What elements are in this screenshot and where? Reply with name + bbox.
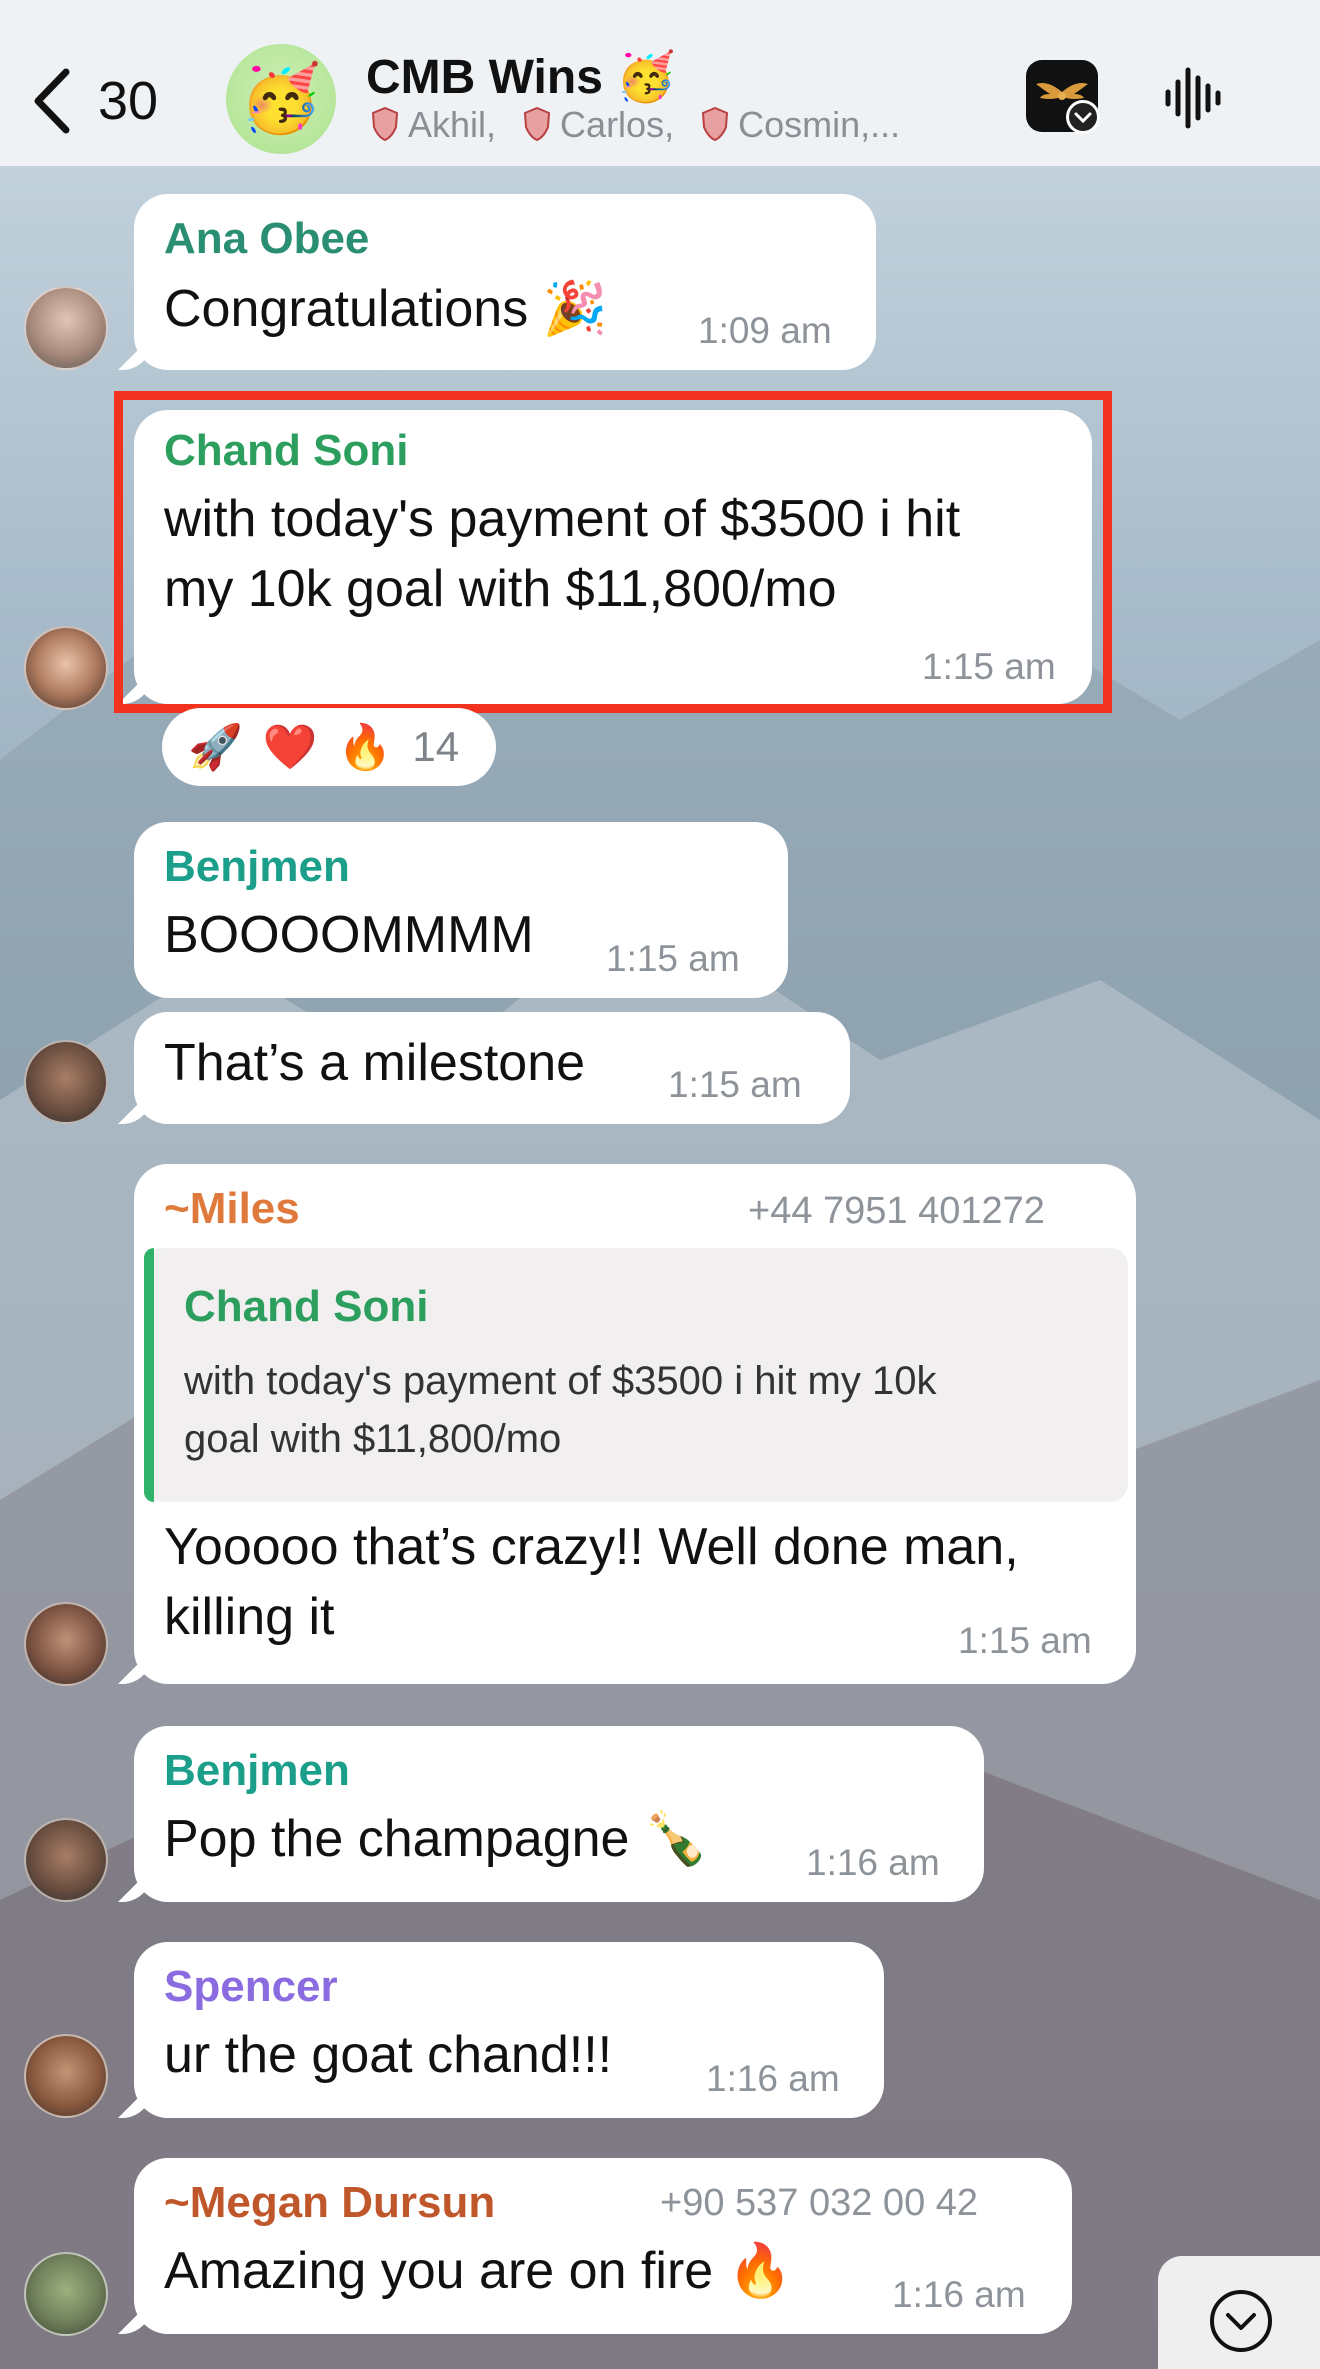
message-text: BOOOOMMMM <box>164 906 534 964</box>
reactions-bar[interactable]: 🚀 ❤️ 🔥 14 <box>162 708 496 786</box>
quote-sender: Chand Soni <box>184 1282 429 1331</box>
message-time: 1:09 am <box>698 310 832 351</box>
message-time: 1:16 am <box>806 1842 940 1883</box>
message-text: ur the goat chand!!! <box>164 2026 613 2084</box>
group-avatar[interactable]: 🥳 <box>226 44 336 154</box>
group-title[interactable]: CMB Wins 🥳 <box>366 48 676 105</box>
sender-name[interactable]: Spencer <box>164 1962 338 2012</box>
rocket-reaction[interactable]: 🚀 <box>188 721 243 773</box>
sender-name[interactable]: ~Miles <box>164 1184 300 1234</box>
chat-header: 30 🥳 CMB Wins 🥳 Akhil, Carlos, Cosmin,..… <box>0 0 1320 166</box>
cmb-app-icon[interactable] <box>1026 60 1100 134</box>
avatar[interactable] <box>24 2034 108 2118</box>
message-text: That’s a milestone <box>164 1034 586 1092</box>
message-bubble[interactable]: Benjmen Pop the champagne 🍾 1:16 am <box>134 1726 984 1902</box>
avatar[interactable] <box>24 626 108 710</box>
avatar[interactable] <box>24 1602 108 1686</box>
reaction-count: 14 <box>412 723 460 770</box>
sender-name[interactable]: Benjmen <box>164 1746 350 1796</box>
fire-reaction[interactable]: 🔥 <box>338 721 393 773</box>
member-name: Akhil, <box>408 104 497 145</box>
verified-check-icon <box>1066 100 1100 134</box>
sender-phone: +90 537 032 00 42 <box>660 2182 979 2224</box>
message-text-line: Yooooo that’s crazy!! Well done man, <box>164 1518 1019 1576</box>
highlight-annotation <box>114 391 1112 713</box>
message-bubble[interactable]: Ana Obee Congratulations 🎉 1:09 am <box>134 194 876 370</box>
shield-icon <box>702 107 729 141</box>
message-bubble[interactable]: That’s a milestone 1:15 am <box>134 1012 850 1124</box>
party-face-emoji: 🥳 <box>239 61 323 135</box>
sender-name[interactable]: ~Megan Dursun <box>164 2178 495 2228</box>
message-time: 1:15 am <box>668 1064 802 1105</box>
message-text: Congratulations 🎉 <box>164 280 608 338</box>
message-bubble[interactable]: Spencer ur the goat chand!!! 1:16 am <box>134 1942 884 2118</box>
back-button[interactable]: 30 <box>30 56 190 146</box>
message-time: 1:16 am <box>706 2058 840 2099</box>
member-name: Cosmin,... <box>738 104 901 145</box>
quote-accent-bar <box>144 1248 154 1502</box>
unread-count: 30 <box>98 71 159 131</box>
avatar[interactable] <box>24 1818 108 1902</box>
sender-name[interactable]: Benjmen <box>164 842 350 892</box>
avatar[interactable] <box>24 286 108 370</box>
quote-text-line: with today's payment of $3500 i hit my 1… <box>184 1359 937 1403</box>
message-text: Amazing you are on fire 🔥 <box>164 2242 793 2300</box>
shield-icon <box>372 107 398 141</box>
sender-name[interactable]: Ana Obee <box>164 214 369 264</box>
message-bubble[interactable]: Benjmen BOOOOMMMM 1:15 am <box>134 822 788 998</box>
chevron-down-circle-icon <box>1210 2290 1272 2352</box>
message-time: 1:15 am <box>606 938 740 979</box>
message-bubble[interactable]: ~Megan Dursun +90 537 032 00 42 Amazing … <box>134 2158 1072 2334</box>
quote-text-line: goal with $11,800/mo <box>184 1417 562 1461</box>
message-time: 1:15 am <box>958 1620 1092 1661</box>
reply-quote[interactable]: Chand Soni with today's payment of $3500… <box>144 1248 1128 1502</box>
shield-icon <box>524 107 551 141</box>
avatar[interactable] <box>24 2252 108 2336</box>
message-text: Pop the champagne 🍾 <box>164 1810 709 1868</box>
chevron-left-icon <box>34 68 70 134</box>
heart-reaction[interactable]: ❤️ <box>263 721 318 773</box>
voice-chat-icon[interactable] <box>1164 66 1222 130</box>
sender-phone: +44 7951 401272 <box>748 1190 1045 1232</box>
avatar[interactable] <box>24 1040 108 1124</box>
message-text-line: killing it <box>164 1588 335 1646</box>
scroll-to-bottom-button[interactable] <box>1158 2256 1320 2369</box>
group-members[interactable]: Akhil, Carlos, Cosmin,... <box>372 104 900 146</box>
message-time: 1:16 am <box>892 2274 1026 2315</box>
member-name: Carlos, <box>560 104 675 145</box>
